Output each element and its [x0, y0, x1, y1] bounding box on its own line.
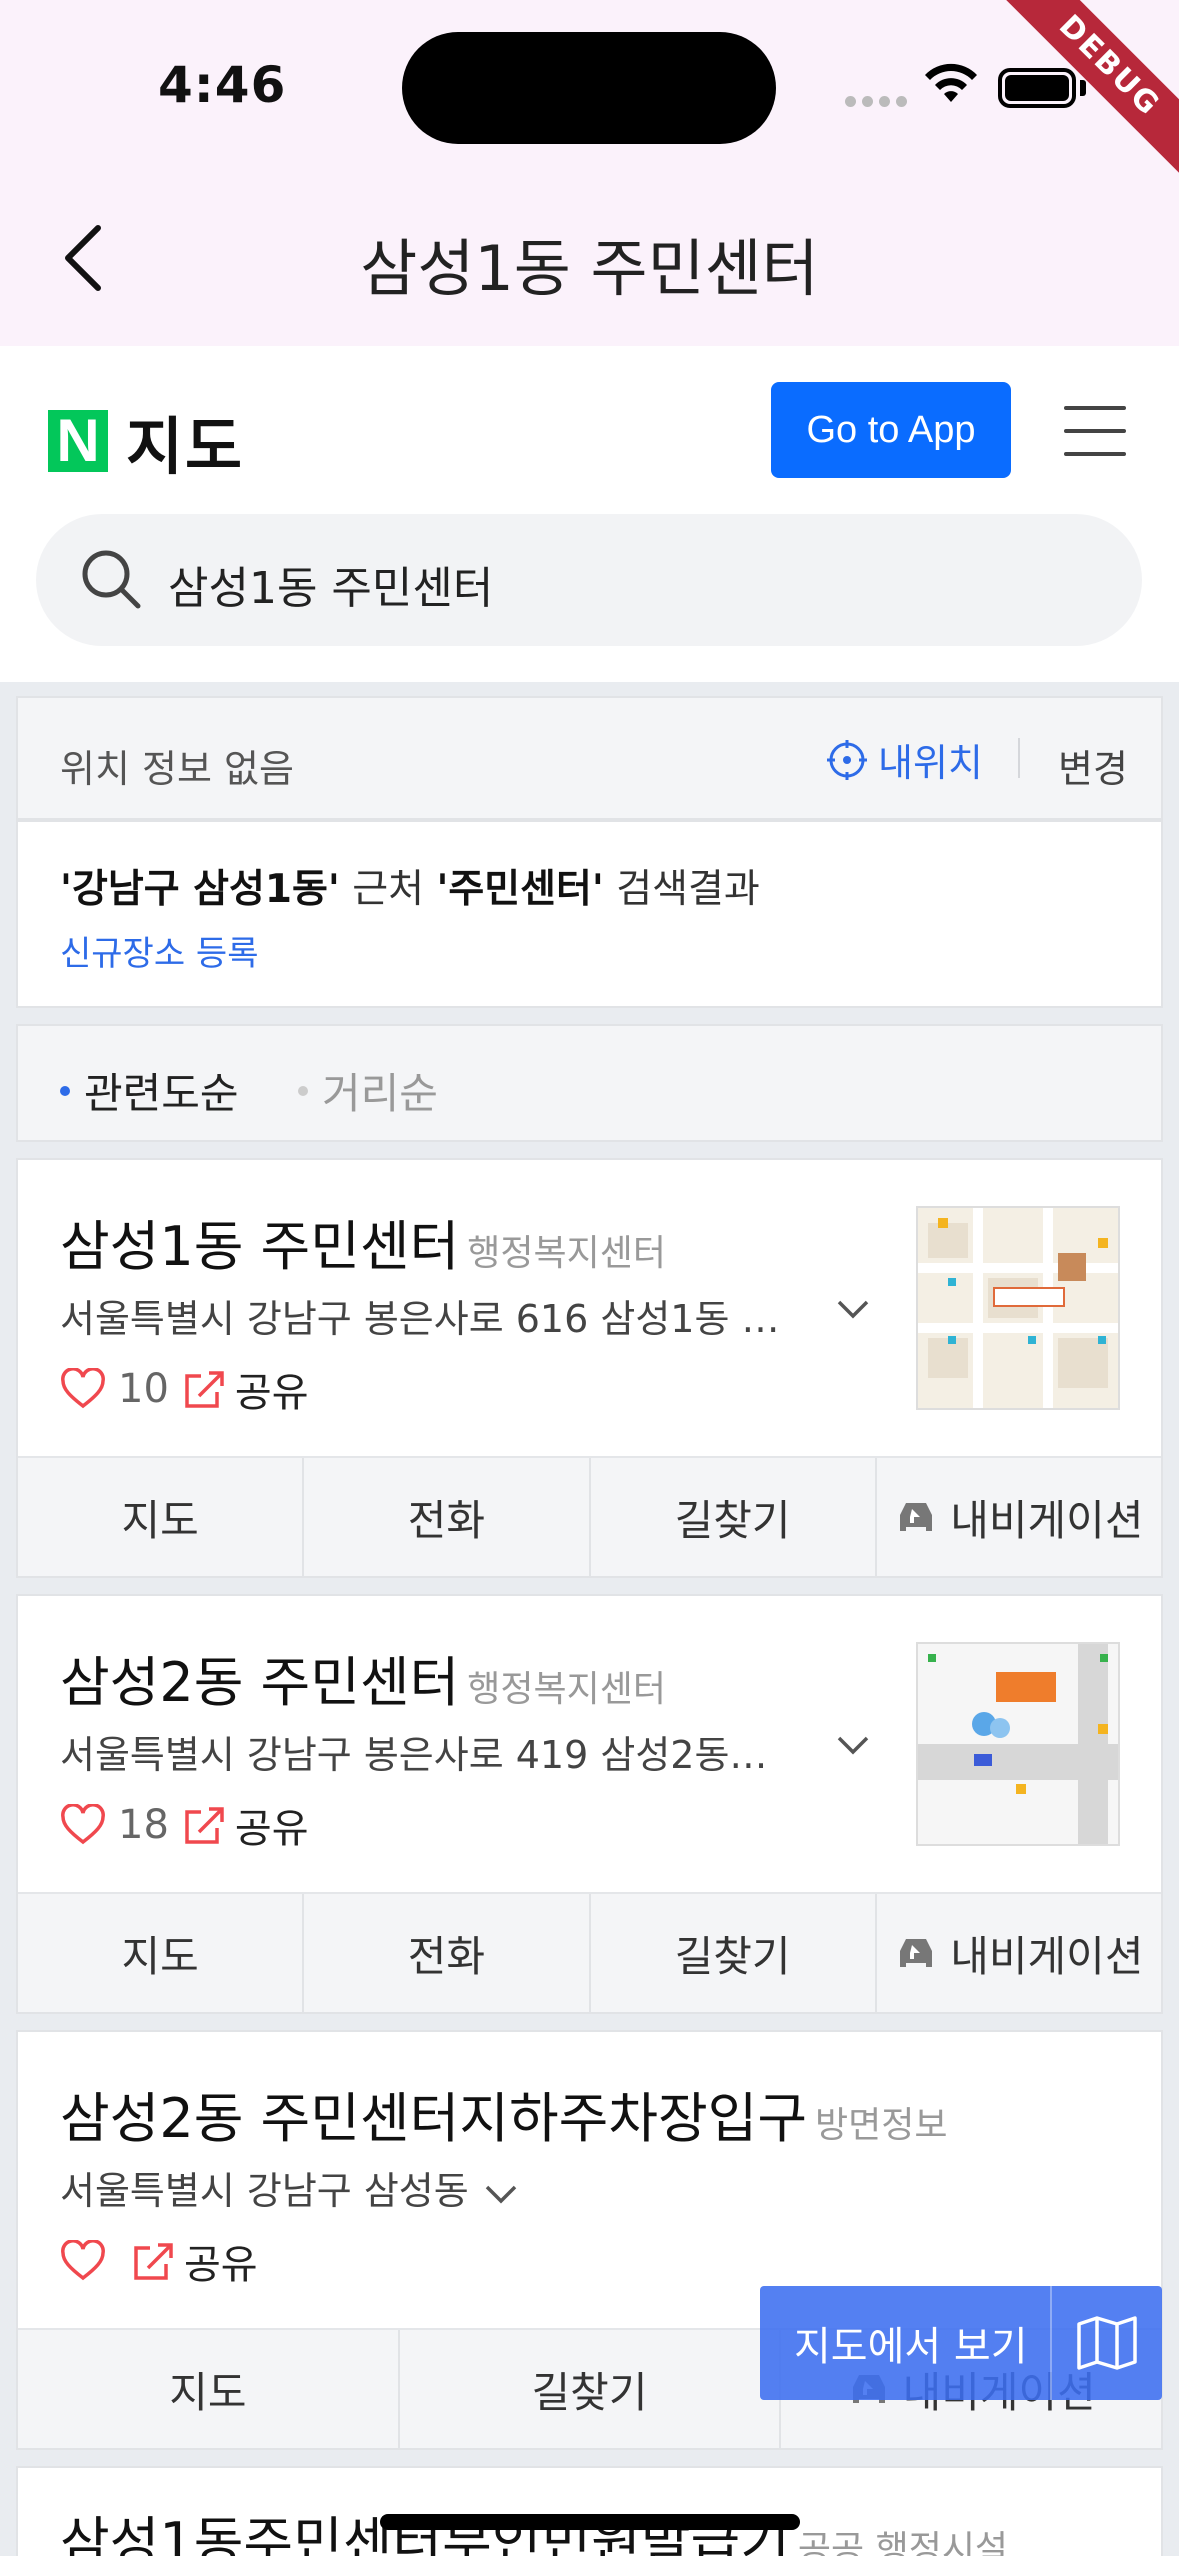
naver-map-logo[interactable]: N 지도	[48, 396, 244, 486]
directions-button[interactable]: 길찾기	[591, 1894, 877, 2012]
navigation-button[interactable]: 내비게이션	[877, 1458, 1161, 1576]
wifi-icon	[925, 63, 977, 102]
register-place-link[interactable]: 신규장소 등록	[60, 926, 259, 975]
share-icon[interactable]	[132, 2240, 176, 2282]
sort-distance-label: 거리순	[322, 1069, 438, 1118]
call-button[interactable]: 전화	[304, 1894, 591, 2012]
place-card[interactable]: 삼성2동 주민센터 행정복지센터 서울특별시 강남구 봉은사로 419 삼성2동……	[16, 1594, 1163, 2014]
place-meta: 10 공유	[60, 1360, 309, 1418]
place-title: 삼성2동 주민센터지하주차장입구	[60, 2087, 808, 2150]
heart-icon[interactable]	[60, 1368, 106, 1410]
place-category: 방면정보	[815, 2105, 948, 2146]
place-meta: 공유	[60, 2232, 258, 2290]
result-summary: '강남구 삼성1동' 근처 '주민센터' 검색결과	[60, 858, 760, 914]
search-value: 삼성1동 주민센터	[168, 563, 494, 614]
directions-button[interactable]: 길찾기	[400, 2330, 782, 2448]
like-count: 18	[118, 1802, 169, 1848]
view-on-map-label: 지도에서 보기	[794, 2324, 1028, 2370]
menu-icon[interactable]	[1064, 406, 1126, 475]
place-category: 행정복지센터	[467, 1233, 667, 1274]
map-button[interactable]: 지도	[18, 2330, 400, 2448]
result-keyword: '주민센터'	[436, 867, 604, 912]
directions-button[interactable]: 길찾기	[591, 1458, 877, 1576]
like-count: 10	[118, 1366, 169, 1412]
car-icon	[900, 1503, 933, 1531]
crosshair-icon	[827, 739, 867, 780]
my-location-label: 내위치	[878, 741, 983, 785]
place-name[interactable]: 삼성1동 주민센터 행정복지센터	[60, 1202, 666, 1281]
map-button[interactable]: 지도	[18, 1894, 305, 2012]
sort-distance[interactable]: 거리순	[298, 1060, 438, 1121]
car-icon	[900, 1939, 933, 1967]
go-to-app-button[interactable]: Go to App	[771, 382, 1011, 478]
view-on-map-button[interactable]: 지도에서 보기	[760, 2286, 1162, 2400]
unselected-dot-icon	[298, 1085, 308, 1096]
place-card[interactable]: 삼성1동주민센터무인민원발급기 공공,행정시설	[16, 2466, 1163, 2556]
map-thumbnail-image	[918, 1644, 1118, 1844]
navigation-label: 내비게이션	[950, 1931, 1144, 1981]
place-actions: 지도 전화 길찾기 내비게이션	[18, 1456, 1161, 1576]
place-actions: 지도 전화 길찾기 내비게이션	[18, 1892, 1161, 2012]
place-address: 서울특별시 강남구 봉은사로 419 삼성2동…	[60, 1733, 768, 1777]
page-title: 삼성1동 주민센터	[360, 232, 819, 305]
cellular-signal-icon	[845, 96, 907, 107]
place-name[interactable]: 삼성2동 주민센터 행정복지센터	[60, 1638, 666, 1717]
location-status: 위치 정보 없음	[60, 747, 294, 791]
top-bar: 4:46 DEBUG 삼성1동 주민센터	[0, 0, 1179, 346]
share-label[interactable]: 공유	[235, 1360, 309, 1418]
share-label[interactable]: 공유	[184, 2232, 258, 2290]
navigation-button[interactable]: 내비게이션	[877, 1894, 1161, 2012]
dynamic-island	[402, 32, 776, 144]
result-area: '강남구 삼성1동'	[60, 867, 340, 912]
share-label[interactable]: 공유	[235, 1796, 309, 1854]
share-icon[interactable]	[183, 1804, 227, 1846]
logo-text: 지도	[126, 410, 245, 483]
search-input[interactable]: 삼성1동 주민센터	[36, 514, 1142, 646]
place-title: 삼성1동 주민센터	[60, 1215, 460, 1278]
map-thumbnail-image	[918, 1208, 1118, 1408]
sort-relevance[interactable]: 관련도순	[60, 1060, 239, 1121]
divider	[1018, 738, 1020, 778]
chevron-down-icon[interactable]	[833, 1288, 873, 1328]
battery-nub	[1080, 80, 1086, 96]
heart-icon[interactable]	[60, 2240, 106, 2282]
status-time: 4:46	[158, 56, 287, 114]
result-near: 근처	[339, 867, 437, 912]
place-address: 서울특별시 강남구 봉은사로 616 삼성1동 …	[60, 1297, 780, 1341]
change-location-button[interactable]: 변경	[1058, 738, 1128, 793]
navigation-label: 내비게이션	[950, 1495, 1144, 1545]
sort-relevance-label: 관련도순	[84, 1069, 239, 1118]
place-address: 서울특별시 강남구 삼성동	[60, 2160, 521, 2215]
search-icon	[82, 550, 141, 609]
selected-dot-icon	[60, 1085, 70, 1096]
place-address-text: 서울특별시 강남구 삼성동	[60, 2169, 469, 2213]
place-card[interactable]: 삼성1동 주민센터 행정복지센터 서울특별시 강남구 봉은사로 616 삼성1동 …	[16, 1158, 1163, 1578]
result-suffix: 검색결과	[603, 867, 760, 912]
home-indicator[interactable]	[380, 2514, 800, 2530]
call-button[interactable]: 전화	[304, 1458, 591, 1576]
naver-map-header: N 지도 Go to App 삼성1동 주민센터	[0, 346, 1179, 682]
naver-n-logo-icon: N	[48, 410, 108, 472]
chevron-down-icon[interactable]	[833, 1724, 873, 1764]
place-meta: 18 공유	[60, 1796, 309, 1854]
my-location-button[interactable]: 내위치	[826, 732, 983, 787]
heart-icon[interactable]	[60, 1804, 106, 1846]
map-button[interactable]: 지도	[18, 1458, 305, 1576]
place-name[interactable]: 삼성2동 주민센터지하주차장입구 방면정보	[60, 2074, 948, 2153]
place-category: 공공,행정시설	[797, 2529, 1009, 2556]
location-bar: 위치 정보 없음 내위치 변경	[16, 696, 1163, 820]
map-fold-icon	[1052, 2314, 1162, 2372]
search-result-info: '강남구 삼성1동' 근처 '주민센터' 검색결과 신규장소 등록	[16, 820, 1163, 1008]
sort-options: 관련도순 거리순	[16, 1024, 1163, 1142]
place-map-thumbnail[interactable]	[916, 1642, 1120, 1846]
chevron-down-icon[interactable]	[481, 2179, 521, 2209]
battery-icon	[998, 68, 1076, 108]
place-map-thumbnail[interactable]	[916, 1206, 1120, 1410]
place-category: 행정복지센터	[467, 1669, 667, 1710]
place-title: 삼성2동 주민센터	[60, 1651, 460, 1714]
share-icon[interactable]	[183, 1368, 227, 1410]
